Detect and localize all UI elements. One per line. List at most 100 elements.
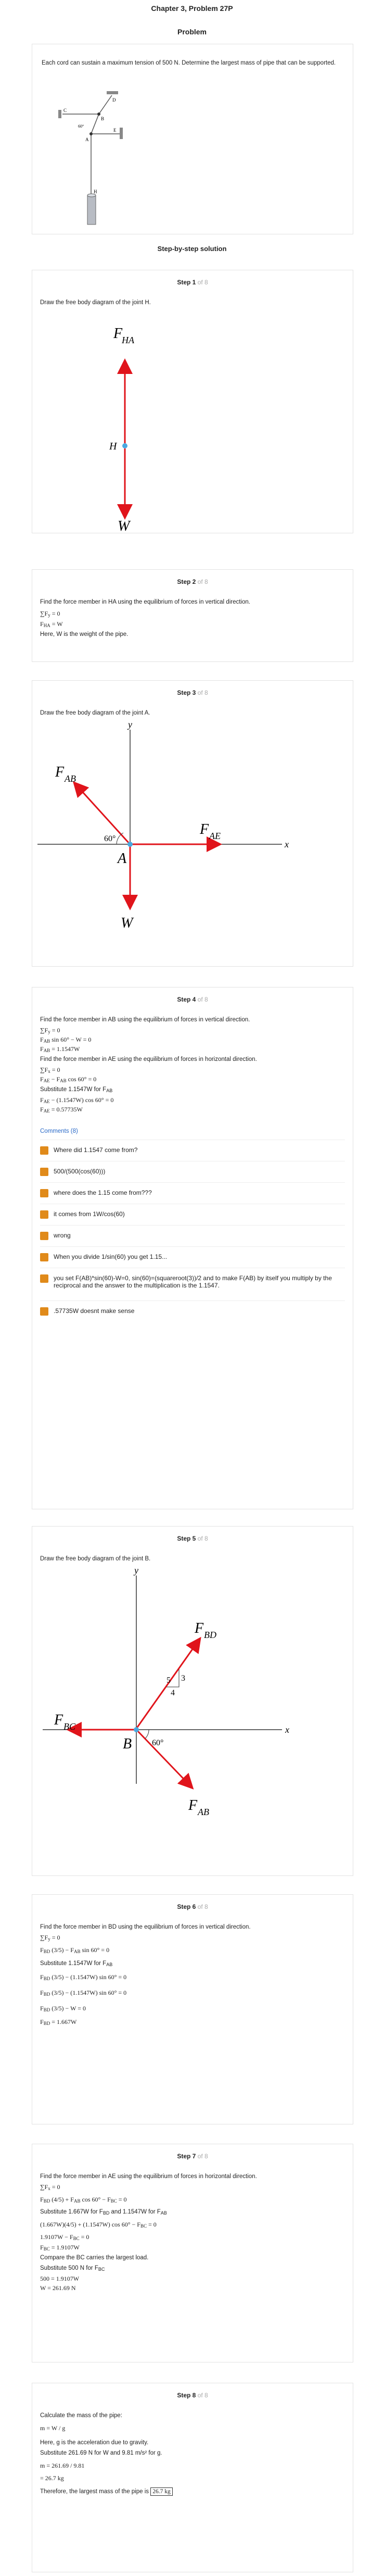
label-five: 5	[167, 1676, 171, 1685]
label-fha-sub: HA	[121, 335, 135, 345]
step-2-card: Step 2 of 8 Find the force member in HA …	[32, 569, 353, 662]
step-6-card: Step 6 of 8 Find the force member in BD …	[32, 1894, 353, 2124]
figure-label-e: E	[113, 128, 117, 133]
avatar	[40, 1307, 48, 1316]
figure-node-b	[97, 112, 100, 116]
step-4-of: of 8	[197, 996, 208, 1003]
avatar	[40, 1232, 48, 1240]
step-8-label: Step 8	[177, 2392, 196, 2399]
comment-item: Where did 1.1547 come from?	[40, 1140, 345, 1161]
force-fbd-arrow	[135, 1636, 201, 1729]
step-7-compare: Compare the BC carries the largest load.	[40, 2255, 149, 2261]
label-h: H	[109, 441, 118, 452]
step-3-diagram: y x F AB F AE A W 60°	[37, 719, 289, 931]
figure-label-h: H	[94, 189, 97, 194]
final-answer-box: 26.7 kg	[150, 2487, 173, 2496]
problem-heading: Problem	[177, 28, 207, 36]
label-b: B	[123, 1736, 132, 1752]
label-fbd-sub: BD	[204, 1630, 216, 1640]
solution-title: Step-by-step solution	[157, 245, 227, 253]
figure-label-c: C	[63, 108, 67, 113]
step-4-label: Step 4	[177, 996, 196, 1003]
force-fab-arrow	[72, 781, 130, 844]
step-5-text: Draw the free body diagram of the joint …	[40, 1556, 151, 1562]
label-y: y	[127, 719, 132, 730]
problem-card: Each cord can sustain a maximum tension …	[32, 44, 353, 234]
label-fbc-sub: BC	[63, 1721, 76, 1732]
problem-text: Each cord can sustain a maximum tension …	[42, 60, 336, 66]
step-8-card: Step 8 of 8 Calculate the mass of the pi…	[32, 2383, 353, 2572]
avatar	[40, 1274, 48, 1283]
step-5-card: Step 5 of 8 Draw the free body diagram o…	[32, 1526, 353, 1876]
step-6-of: of 8	[197, 1903, 208, 1910]
joint-h-node	[122, 443, 127, 448]
figure-label-d: D	[112, 97, 116, 103]
label-three: 3	[181, 1674, 185, 1683]
label-w: W	[121, 915, 134, 931]
avatar	[40, 1253, 48, 1261]
step-8-text: Calculate the mass of the pipe:	[40, 2412, 122, 2419]
step-7-of: of 8	[197, 2153, 208, 2160]
step-4-card: Step 4 of 8 Find the force member in AB …	[32, 987, 353, 1509]
step-5-diagram: y x F BD F BC F AB B 5 3 4 60°	[43, 1565, 289, 1817]
step-1-diagram: F HA H W	[109, 326, 135, 533]
label-angle: 60°	[152, 1739, 163, 1747]
step-3-text: Draw the free body diagram of the joint …	[40, 710, 150, 716]
step-1-card: Step 1 of 8 Draw the free body diagram o…	[32, 270, 353, 533]
comment-item: where does the 1.15 come from???	[40, 1182, 345, 1204]
step-7-text: Find the force member in AE using the eq…	[40, 2173, 257, 2180]
angle-arc	[116, 832, 124, 845]
label-fae: F	[199, 821, 209, 837]
step-8-note: Here, g is the acceleration due to gravi…	[40, 2440, 149, 2446]
step-5-of: of 8	[197, 1535, 208, 1542]
joint-b-node	[134, 1727, 139, 1732]
figure-label-angle: 60°	[78, 124, 84, 129]
figure-wall-d	[107, 91, 118, 94]
comment-item: it comes from 1W/cos(60)	[40, 1204, 345, 1225]
label-y: y	[133, 1565, 138, 1575]
label-x: x	[285, 1724, 289, 1735]
label-a: A	[117, 851, 127, 867]
step-5-label: Step 5	[177, 1535, 196, 1542]
step-2-text: Find the force member in HA using the eq…	[40, 599, 250, 605]
step-4-text-1: Find the force member in AB using the eq…	[40, 1017, 250, 1023]
avatar	[40, 1146, 48, 1155]
angle-arc	[145, 1729, 149, 1739]
label-fab: F	[55, 764, 65, 780]
avatar	[40, 1189, 48, 1197]
comment-item: When you divide 1/sin(60) you get 1.15..…	[40, 1246, 345, 1268]
label-fab-sub: AB	[197, 1807, 209, 1817]
step-7-label: Step 7	[177, 2153, 196, 2160]
comment-item: .57735W doesnt make sense	[40, 1300, 345, 1322]
page-title: Chapter 3, Problem 27P	[151, 4, 233, 12]
figure-wall-c	[58, 110, 61, 118]
problem-figure: B A C D E H 60°	[58, 91, 123, 225]
step-2-label: Step 2	[177, 578, 196, 585]
step-8-of: of 8	[197, 2392, 208, 2399]
label-fbc: F	[54, 1712, 63, 1728]
figure-pipe	[87, 195, 96, 225]
step-7-card: Step 7 of 8 Find the force member in AE …	[32, 2144, 353, 2362]
figure-label-a: A	[85, 137, 89, 142]
figure-wall-e	[120, 128, 123, 139]
comment-item: 500/(500(cos(60)))	[40, 1161, 345, 1182]
label-fab-sub: AB	[64, 773, 76, 784]
label-x: x	[284, 839, 289, 849]
step-1-text: Draw the free body diagram of the joint …	[40, 299, 151, 306]
step-4-text-2: Find the force member in AE using the eq…	[40, 1056, 257, 1062]
figure-node-a	[89, 132, 93, 135]
figure-label-b: B	[101, 116, 104, 121]
comment-item: you set F(AB)*sin(60)-W=0, sin(60)=(squa…	[40, 1268, 345, 1300]
step-6-text: Find the force member in BD using the eq…	[40, 1924, 251, 1930]
step-1-of: of 8	[197, 279, 208, 286]
step-3-of: of 8	[197, 689, 208, 696]
label-fab: F	[188, 1797, 198, 1814]
comment-item: wrong	[40, 1225, 345, 1246]
label-w: W	[118, 518, 131, 533]
step-1-label: Step 1	[177, 279, 196, 286]
comments-list: Where did 1.1547 come from? 500/(500(cos…	[40, 1140, 345, 1322]
avatar	[40, 1210, 48, 1219]
figure-line-ab	[91, 114, 99, 134]
step-3-label: Step 3	[177, 689, 196, 696]
comments-link[interactable]: Comments (8)	[40, 1127, 345, 1135]
